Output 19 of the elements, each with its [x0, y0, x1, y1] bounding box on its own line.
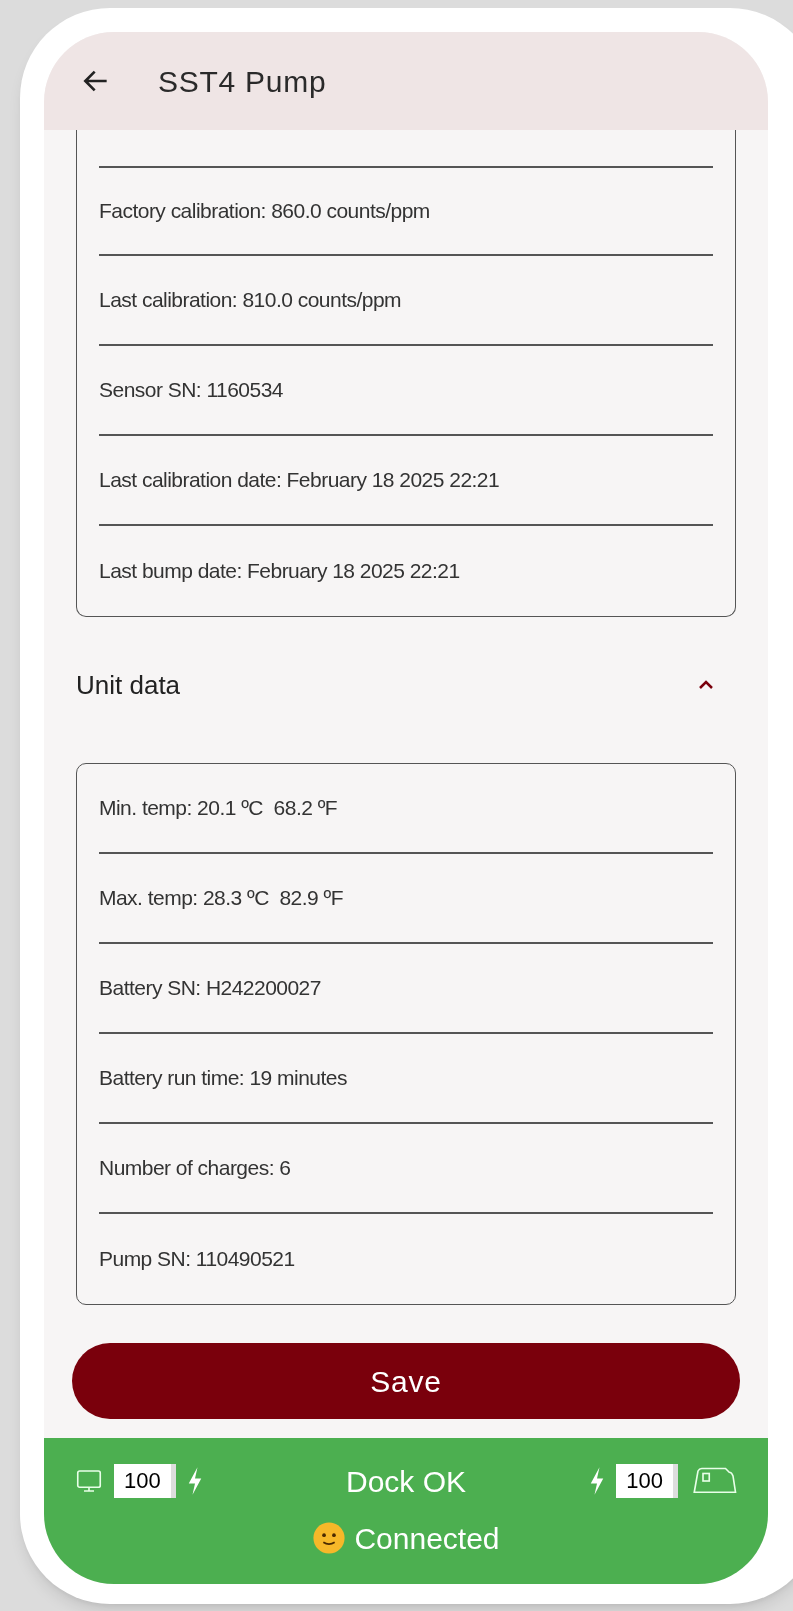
info-row: Sensor SN: 1160534 [99, 346, 713, 436]
info-row: Number of charges: 6 [99, 1124, 713, 1214]
dock-status: Dock OK [346, 1463, 466, 1500]
section-title: Unit data [76, 668, 181, 702]
info-row: Max. temp: 28.3 ºC 82.9 ºF [99, 854, 713, 944]
save-button[interactable]: Save [72, 1343, 740, 1419]
battery-level: 100 [616, 1464, 678, 1498]
connection-status: Connected [354, 1520, 500, 1557]
info-row-text: Pump SN: 110490521 [99, 1246, 296, 1273]
smiley-icon [312, 1521, 347, 1555]
info-row: Factory calibration: 860.0 counts/ppm [99, 166, 713, 256]
info-row: Battery SN: H242200027 [99, 944, 713, 1034]
screen-title: SST4 Pump [158, 63, 327, 100]
info-row: Last calibration date: February 18 2025 22:21 [99, 436, 713, 526]
info-row: Battery run time: 19 minutes [99, 1034, 713, 1124]
info-row-text: Last bump date: February 18 2025 22:21 [99, 558, 461, 585]
battery-level: 100 [114, 1464, 176, 1498]
info-row: Min. temp: 20.1 ºC 68.2 ºF [99, 764, 713, 854]
info-row: Last calibration: 810.0 counts/ppm [99, 256, 713, 346]
